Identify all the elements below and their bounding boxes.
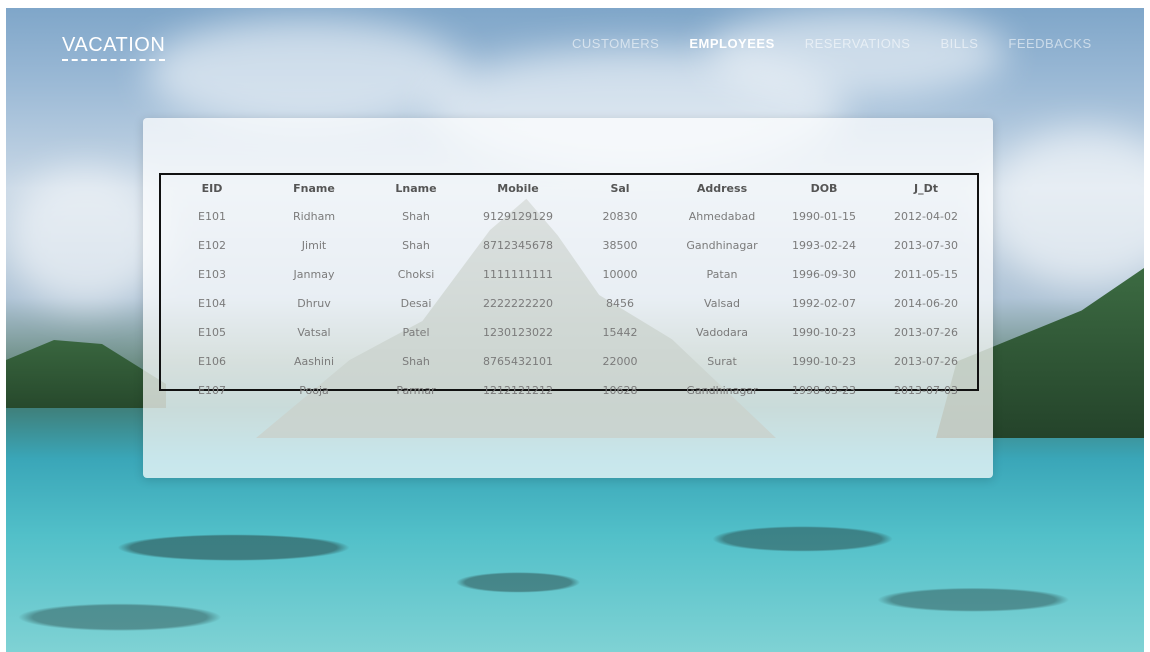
table-cell: 22000 <box>602 355 638 368</box>
table-cell: Pooja <box>299 384 329 397</box>
nav-bills[interactable]: BILLS <box>940 36 978 51</box>
table-cell: Janmay <box>293 268 335 281</box>
employees-table-frame: EID Fname Lname Mobile Sal Address DOB J… <box>159 173 979 397</box>
table-cell: 1230123022 <box>483 326 553 339</box>
table-cell: 1990-10-23 <box>792 326 856 339</box>
table-cell: Ahmedabad <box>688 210 756 223</box>
table-cell: 9129129129 <box>483 210 553 223</box>
table-cell: 15442 <box>602 326 638 339</box>
table-cell: 1993-02-24 <box>792 239 856 252</box>
table-cell: E103 <box>198 268 226 281</box>
table-cell: Patel <box>402 326 430 339</box>
table-cell: E105 <box>198 326 226 339</box>
table-cell: E106 <box>198 355 226 368</box>
table-cell: Gandhinagar <box>686 384 758 397</box>
table-cell: 20830 <box>602 210 638 223</box>
column-header: J_Dt <box>914 182 938 195</box>
employees-table: EID Fname Lname Mobile Sal Address DOB J… <box>161 175 977 405</box>
table-cell: 8765432101 <box>483 355 553 368</box>
column-header: DOB <box>810 182 838 195</box>
table-cell: Choksi <box>397 268 435 281</box>
table-cell: Valsad <box>704 297 740 310</box>
table-cell: E101 <box>198 210 226 223</box>
table-cell: Parmar <box>396 384 436 397</box>
table-row: E107 Pooja Parmar 1212121212 10628 Gandh… <box>161 376 977 405</box>
table-cell: 8712345678 <box>483 239 553 252</box>
nav-customers[interactable]: CUSTOMERS <box>572 36 659 51</box>
column-header: EID <box>201 182 223 195</box>
nav-employees[interactable]: EMPLOYEES <box>689 36 774 51</box>
table-cell: E107 <box>198 384 226 397</box>
table-cell: 2014-06-20 <box>894 297 958 310</box>
table-cell: 2222222220 <box>483 297 553 310</box>
table-row: E102 Jimit Shah 8712345678 38500 Gandhin… <box>161 231 977 260</box>
table-cell: Patan <box>706 268 738 281</box>
table-cell: 2013-07-26 <box>894 355 958 368</box>
table-row: E101 Ridham Shah 9129129129 20830 Ahmeda… <box>161 202 977 231</box>
table-cell: 2012-04-02 <box>894 210 958 223</box>
table-cell: Dhruv <box>297 297 331 310</box>
table-cell: Ridham <box>292 210 336 223</box>
table-cell: E102 <box>198 239 226 252</box>
table-cell: Vatsal <box>297 326 331 339</box>
table-header-row: EID Fname Lname Mobile Sal Address DOB J… <box>161 175 977 202</box>
table-cell: Gandhinagar <box>686 239 758 252</box>
table-cell: E104 <box>198 297 226 310</box>
table-cell: 1111111111 <box>483 268 553 281</box>
table-cell: Desai <box>400 297 432 310</box>
column-header: Address <box>696 182 748 195</box>
reef-image <box>6 478 1144 652</box>
table-cell: 10628 <box>602 384 638 397</box>
table-cell: 1992-02-07 <box>792 297 856 310</box>
column-header: Lname <box>395 182 437 195</box>
table-row: E103 Janmay Choksi 1111111111 10000 Pata… <box>161 260 977 289</box>
table-cell: 1998-03-23 <box>792 384 856 397</box>
table-cell: 38500 <box>602 239 638 252</box>
table-row: E104 Dhruv Desai 2222222220 8456 Valsad … <box>161 289 977 318</box>
island-left-image <box>6 340 166 408</box>
nav-feedbacks[interactable]: FEEDBACKS <box>1008 36 1091 51</box>
table-cell: 2011-05-15 <box>894 268 958 281</box>
table-cell: 1990-10-23 <box>792 355 856 368</box>
table-cell: 2013-07-30 <box>894 239 958 252</box>
table-cell: 2013-07-03 <box>894 384 958 397</box>
table-cell: 1996-09-30 <box>792 268 856 281</box>
table-cell: 1212121212 <box>483 384 553 397</box>
table-cell: 1990-01-15 <box>792 210 856 223</box>
table-cell: Shah <box>402 355 430 368</box>
table-cell: Shah <box>402 210 430 223</box>
logo[interactable]: VACATION <box>62 34 166 61</box>
table-cell: Vadodara <box>695 326 749 339</box>
table-row: E106 Aashini Shah 8765432101 22000 Surat… <box>161 347 977 376</box>
table-cell: 8456 <box>606 297 634 310</box>
nav-reservations[interactable]: RESERVATIONS <box>805 36 911 51</box>
column-header: Fname <box>293 182 335 195</box>
top-nav: CUSTOMERS EMPLOYEES RESERVATIONS BILLS F… <box>572 36 1122 51</box>
table-cell: Shah <box>402 239 430 252</box>
table-cell: 10000 <box>602 268 638 281</box>
table-cell: Jimit <box>301 239 327 252</box>
table-row: E105 Vatsal Patel 1230123022 15442 Vadod… <box>161 318 977 347</box>
column-header: Mobile <box>497 182 539 195</box>
table-cell: Surat <box>707 355 737 368</box>
table-cell: 2013-07-26 <box>894 326 958 339</box>
table-cell: Aashini <box>293 355 335 368</box>
column-header: Sal <box>610 182 630 195</box>
